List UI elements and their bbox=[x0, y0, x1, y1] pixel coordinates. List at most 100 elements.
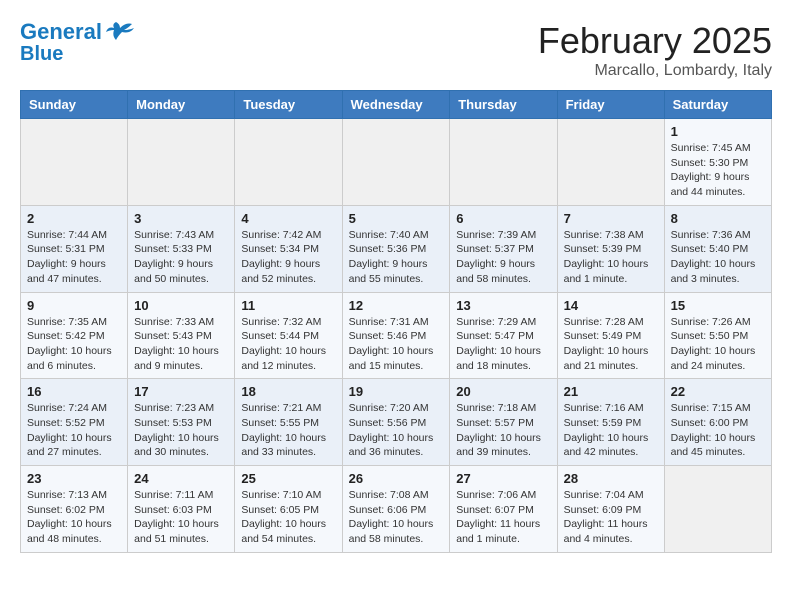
day-number: 18 bbox=[241, 384, 335, 399]
calendar-week-1: 1 Sunrise: 7:45 AM Sunset: 5:30 PM Daylig… bbox=[21, 119, 772, 206]
weekday-header-monday: Monday bbox=[128, 91, 235, 119]
calendar-cell: 26 Sunrise: 7:08 AM Sunset: 6:06 PM Dayli… bbox=[342, 466, 450, 553]
day-number: 22 bbox=[671, 384, 765, 399]
day-number: 19 bbox=[349, 384, 444, 399]
day-detail: Sunrise: 7:43 AM Sunset: 5:33 PM Dayligh… bbox=[134, 228, 228, 287]
calendar-cell bbox=[450, 119, 557, 206]
day-number: 24 bbox=[134, 471, 228, 486]
day-detail: Sunrise: 7:44 AM Sunset: 5:31 PM Dayligh… bbox=[27, 228, 121, 287]
day-number: 23 bbox=[27, 471, 121, 486]
calendar-cell: 19 Sunrise: 7:20 AM Sunset: 5:56 PM Dayli… bbox=[342, 379, 450, 466]
day-detail: Sunrise: 7:08 AM Sunset: 6:06 PM Dayligh… bbox=[349, 488, 444, 547]
weekday-header-thursday: Thursday bbox=[450, 91, 557, 119]
day-detail: Sunrise: 7:36 AM Sunset: 5:40 PM Dayligh… bbox=[671, 228, 765, 287]
title-block: February 2025 Marcallo, Lombardy, Italy bbox=[538, 20, 772, 80]
calendar-cell bbox=[342, 119, 450, 206]
calendar-cell: 20 Sunrise: 7:18 AM Sunset: 5:57 PM Dayli… bbox=[450, 379, 557, 466]
day-detail: Sunrise: 7:39 AM Sunset: 5:37 PM Dayligh… bbox=[456, 228, 550, 287]
logo-text: General bbox=[20, 21, 102, 43]
day-detail: Sunrise: 7:38 AM Sunset: 5:39 PM Dayligh… bbox=[564, 228, 658, 287]
calendar-cell bbox=[128, 119, 235, 206]
calendar-cell: 10 Sunrise: 7:33 AM Sunset: 5:43 PM Dayli… bbox=[128, 292, 235, 379]
calendar-cell: 23 Sunrise: 7:13 AM Sunset: 6:02 PM Dayli… bbox=[21, 466, 128, 553]
calendar-cell: 27 Sunrise: 7:06 AM Sunset: 6:07 PM Dayli… bbox=[450, 466, 557, 553]
day-detail: Sunrise: 7:21 AM Sunset: 5:55 PM Dayligh… bbox=[241, 401, 335, 460]
day-detail: Sunrise: 7:23 AM Sunset: 5:53 PM Dayligh… bbox=[134, 401, 228, 460]
day-detail: Sunrise: 7:32 AM Sunset: 5:44 PM Dayligh… bbox=[241, 315, 335, 374]
calendar-cell: 12 Sunrise: 7:31 AM Sunset: 5:46 PM Dayli… bbox=[342, 292, 450, 379]
day-detail: Sunrise: 7:11 AM Sunset: 6:03 PM Dayligh… bbox=[134, 488, 228, 547]
day-detail: Sunrise: 7:29 AM Sunset: 5:47 PM Dayligh… bbox=[456, 315, 550, 374]
day-detail: Sunrise: 7:20 AM Sunset: 5:56 PM Dayligh… bbox=[349, 401, 444, 460]
calendar-cell bbox=[21, 119, 128, 206]
weekday-header-friday: Friday bbox=[557, 91, 664, 119]
calendar-cell: 17 Sunrise: 7:23 AM Sunset: 5:53 PM Dayli… bbox=[128, 379, 235, 466]
day-number: 12 bbox=[349, 298, 444, 313]
calendar-cell: 13 Sunrise: 7:29 AM Sunset: 5:47 PM Dayli… bbox=[450, 292, 557, 379]
day-number: 27 bbox=[456, 471, 550, 486]
calendar-cell: 18 Sunrise: 7:21 AM Sunset: 5:55 PM Dayli… bbox=[235, 379, 342, 466]
calendar-cell: 15Sunrise: 7:26 AM Sunset: 5:50 PM Dayli… bbox=[664, 292, 771, 379]
calendar-week-3: 9 Sunrise: 7:35 AM Sunset: 5:42 PM Daylig… bbox=[21, 292, 772, 379]
calendar-cell: 24 Sunrise: 7:11 AM Sunset: 6:03 PM Dayli… bbox=[128, 466, 235, 553]
calendar-cell: 4 Sunrise: 7:42 AM Sunset: 5:34 PM Daylig… bbox=[235, 205, 342, 292]
day-number: 6 bbox=[456, 211, 550, 226]
calendar-cell bbox=[235, 119, 342, 206]
day-number: 8 bbox=[671, 211, 765, 226]
day-detail: Sunrise: 7:42 AM Sunset: 5:34 PM Dayligh… bbox=[241, 228, 335, 287]
calendar-cell: 6 Sunrise: 7:39 AM Sunset: 5:37 PM Daylig… bbox=[450, 205, 557, 292]
day-detail: Sunrise: 7:10 AM Sunset: 6:05 PM Dayligh… bbox=[241, 488, 335, 547]
day-detail: Sunrise: 7:31 AM Sunset: 5:46 PM Dayligh… bbox=[349, 315, 444, 374]
day-detail: Sunrise: 7:15 AM Sunset: 6:00 PM Dayligh… bbox=[671, 401, 765, 460]
calendar-cell: 25 Sunrise: 7:10 AM Sunset: 6:05 PM Dayli… bbox=[235, 466, 342, 553]
weekday-header-tuesday: Tuesday bbox=[235, 91, 342, 119]
day-detail: Sunrise: 7:13 AM Sunset: 6:02 PM Dayligh… bbox=[27, 488, 121, 547]
day-detail: Sunrise: 7:04 AM Sunset: 6:09 PM Dayligh… bbox=[564, 488, 658, 547]
day-number: 9 bbox=[27, 298, 121, 313]
calendar-cell: 9 Sunrise: 7:35 AM Sunset: 5:42 PM Daylig… bbox=[21, 292, 128, 379]
calendar-week-2: 2 Sunrise: 7:44 AM Sunset: 5:31 PM Daylig… bbox=[21, 205, 772, 292]
day-number: 26 bbox=[349, 471, 444, 486]
calendar-cell: 16Sunrise: 7:24 AM Sunset: 5:52 PM Dayli… bbox=[21, 379, 128, 466]
day-number: 20 bbox=[456, 384, 550, 399]
calendar-week-5: 23 Sunrise: 7:13 AM Sunset: 6:02 PM Dayli… bbox=[21, 466, 772, 553]
calendar-cell: 14 Sunrise: 7:28 AM Sunset: 5:49 PM Dayli… bbox=[557, 292, 664, 379]
calendar-cell: 8 Sunrise: 7:36 AM Sunset: 5:40 PM Daylig… bbox=[664, 205, 771, 292]
day-detail: Sunrise: 7:06 AM Sunset: 6:07 PM Dayligh… bbox=[456, 488, 550, 547]
day-number: 21 bbox=[564, 384, 658, 399]
calendar-table: SundayMondayTuesdayWednesdayThursdayFrid… bbox=[20, 90, 772, 553]
page-title: February 2025 bbox=[538, 20, 772, 62]
day-detail: Sunrise: 7:45 AM Sunset: 5:30 PM Dayligh… bbox=[671, 141, 765, 200]
weekday-header-wednesday: Wednesday bbox=[342, 91, 450, 119]
day-detail: Sunrise: 7:35 AM Sunset: 5:42 PM Dayligh… bbox=[27, 315, 121, 374]
logo-blue: Blue bbox=[20, 43, 63, 65]
day-detail: Sunrise: 7:28 AM Sunset: 5:49 PM Dayligh… bbox=[564, 315, 658, 374]
page-header: General Blue February 2025 Marcallo, Lom… bbox=[20, 20, 772, 80]
calendar-cell: 1 Sunrise: 7:45 AM Sunset: 5:30 PM Daylig… bbox=[664, 119, 771, 206]
calendar-cell: 28 Sunrise: 7:04 AM Sunset: 6:09 PM Dayli… bbox=[557, 466, 664, 553]
day-number: 13 bbox=[456, 298, 550, 313]
day-number: 28 bbox=[564, 471, 658, 486]
day-detail: Sunrise: 7:16 AM Sunset: 5:59 PM Dayligh… bbox=[564, 401, 658, 460]
calendar-cell: 3Sunrise: 7:43 AM Sunset: 5:33 PM Daylig… bbox=[128, 205, 235, 292]
calendar-cell bbox=[664, 466, 771, 553]
day-number: 25 bbox=[241, 471, 335, 486]
logo: General Blue bbox=[20, 20, 134, 65]
calendar-header-row: SundayMondayTuesdayWednesdayThursdayFrid… bbox=[21, 91, 772, 119]
day-number: 1 bbox=[671, 124, 765, 139]
day-number: 10 bbox=[134, 298, 228, 313]
calendar-cell bbox=[557, 119, 664, 206]
day-number: 14 bbox=[564, 298, 658, 313]
calendar-cell: 11Sunrise: 7:32 AM Sunset: 5:44 PM Dayli… bbox=[235, 292, 342, 379]
day-number: 16 bbox=[27, 384, 121, 399]
page-subtitle: Marcallo, Lombardy, Italy bbox=[538, 62, 772, 80]
day-detail: Sunrise: 7:33 AM Sunset: 5:43 PM Dayligh… bbox=[134, 315, 228, 374]
calendar-cell: 22 Sunrise: 7:15 AM Sunset: 6:00 PM Dayli… bbox=[664, 379, 771, 466]
calendar-cell: 5Sunrise: 7:40 AM Sunset: 5:36 PM Daylig… bbox=[342, 205, 450, 292]
calendar-cell: 21 Sunrise: 7:16 AM Sunset: 5:59 PM Dayli… bbox=[557, 379, 664, 466]
day-number: 17 bbox=[134, 384, 228, 399]
day-detail: Sunrise: 7:18 AM Sunset: 5:57 PM Dayligh… bbox=[456, 401, 550, 460]
calendar-cell: 7Sunrise: 7:38 AM Sunset: 5:39 PM Daylig… bbox=[557, 205, 664, 292]
day-number: 4 bbox=[241, 211, 335, 226]
day-number: 2 bbox=[27, 211, 121, 226]
